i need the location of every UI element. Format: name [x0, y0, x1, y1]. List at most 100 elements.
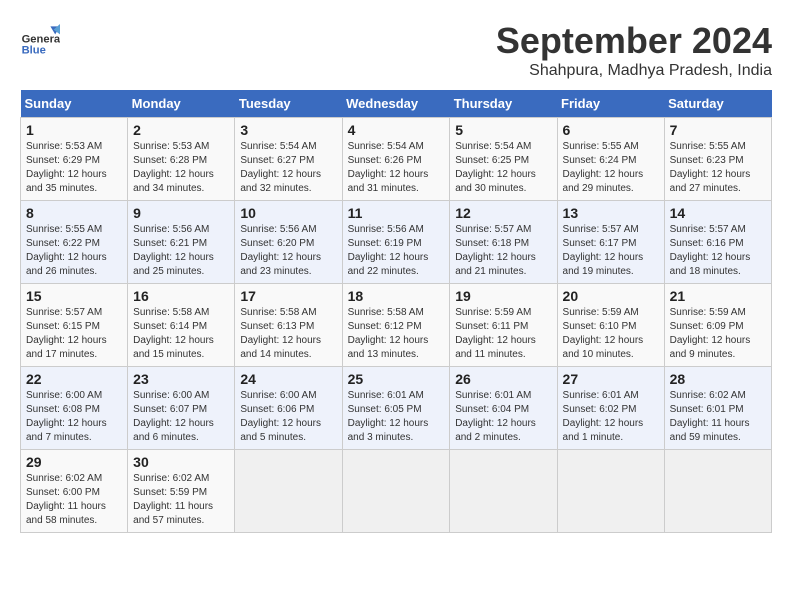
- header-cell-sunday: Sunday: [21, 90, 128, 118]
- calendar-cell: 19Sunrise: 5:59 AM Sunset: 6:11 PM Dayli…: [450, 284, 557, 367]
- header-cell-tuesday: Tuesday: [235, 90, 342, 118]
- calendar-cell: 16Sunrise: 5:58 AM Sunset: 6:14 PM Dayli…: [128, 284, 235, 367]
- calendar-cell: 14 Sunrise: 5:57 AM Sunset: 6:16 PM Dayli…: [664, 201, 771, 284]
- calendar-cell: [664, 450, 771, 533]
- day-info: Sunrise: 5:55 AM Sunset: 6:23 PM Dayligh…: [670, 140, 766, 196]
- calendar-cell: 17 Sunrise: 5:58 AM Sunset: 6:13 PM Dayli…: [235, 284, 342, 367]
- calendar-cell: [450, 450, 557, 533]
- header-cell-friday: Friday: [557, 90, 664, 118]
- calendar-cell: 1 Sunrise: 5:53 AM Sunset: 6:29 PM Daylig…: [21, 118, 128, 201]
- day-info: Sunrise: 6:01 AM Sunset: 6:04 PM Dayligh…: [455, 389, 551, 445]
- day-info: Sunrise: 5:57 AM Sunset: 6:15 PM Dayligh…: [26, 306, 122, 362]
- calendar-week-1: 1 Sunrise: 5:53 AM Sunset: 6:29 PM Daylig…: [21, 118, 772, 201]
- day-number: 5: [455, 122, 551, 138]
- header-cell-saturday: Saturday: [664, 90, 771, 118]
- day-number: 15: [26, 288, 122, 304]
- calendar-cell: 10Sunrise: 5:56 AM Sunset: 6:20 PM Dayli…: [235, 201, 342, 284]
- calendar-week-5: 29Sunrise: 6:02 AM Sunset: 6:00 PM Dayli…: [21, 450, 772, 533]
- day-info: Sunrise: 5:57 AM Sunset: 6:17 PM Dayligh…: [563, 223, 659, 279]
- logo-icon: General Blue: [20, 20, 60, 60]
- calendar-cell: 21 Sunrise: 5:59 AM Sunset: 6:09 PM Dayli…: [664, 284, 771, 367]
- day-number: 2: [133, 122, 229, 138]
- day-info: Sunrise: 6:00 AM Sunset: 6:08 PM Dayligh…: [26, 389, 122, 445]
- header-cell-thursday: Thursday: [450, 90, 557, 118]
- day-number: 22: [26, 371, 122, 387]
- day-number: 4: [348, 122, 445, 138]
- page-header: General Blue September 2024 Shahpura, Ma…: [20, 20, 772, 80]
- day-number: 1: [26, 122, 122, 138]
- day-info: Sunrise: 5:53 AM Sunset: 6:28 PM Dayligh…: [133, 140, 229, 196]
- day-number: 20: [563, 288, 659, 304]
- calendar-cell: 30Sunrise: 6:02 AM Sunset: 5:59 PM Dayli…: [128, 450, 235, 533]
- day-number: 13: [563, 205, 659, 221]
- header-cell-monday: Monday: [128, 90, 235, 118]
- calendar-cell: 13 Sunrise: 5:57 AM Sunset: 6:17 PM Dayli…: [557, 201, 664, 284]
- day-info: Sunrise: 5:59 AM Sunset: 6:10 PM Dayligh…: [563, 306, 659, 362]
- day-info: Sunrise: 5:56 AM Sunset: 6:19 PM Dayligh…: [348, 223, 445, 279]
- calendar-table: SundayMondayTuesdayWednesdayThursdayFrid…: [20, 90, 772, 533]
- day-info: Sunrise: 5:58 AM Sunset: 6:12 PM Dayligh…: [348, 306, 445, 362]
- calendar-cell: 2 Sunrise: 5:53 AM Sunset: 6:28 PM Daylig…: [128, 118, 235, 201]
- location-subtitle: Shahpura, Madhya Pradesh, India: [496, 62, 772, 80]
- day-info: Sunrise: 5:59 AM Sunset: 6:09 PM Dayligh…: [670, 306, 766, 362]
- calendar-cell: 28 Sunrise: 6:02 AM Sunset: 6:01 PM Dayli…: [664, 367, 771, 450]
- calendar-cell: 7 Sunrise: 5:55 AM Sunset: 6:23 PM Daylig…: [664, 118, 771, 201]
- day-info: Sunrise: 5:54 AM Sunset: 6:26 PM Dayligh…: [348, 140, 445, 196]
- calendar-cell: [342, 450, 450, 533]
- day-info: Sunrise: 5:57 AM Sunset: 6:16 PM Dayligh…: [670, 223, 766, 279]
- day-info: Sunrise: 5:56 AM Sunset: 6:21 PM Dayligh…: [133, 223, 229, 279]
- calendar-cell: 26 Sunrise: 6:01 AM Sunset: 6:04 PM Dayli…: [450, 367, 557, 450]
- day-number: 19: [455, 288, 551, 304]
- calendar-cell: 22 Sunrise: 6:00 AM Sunset: 6:08 PM Dayli…: [21, 367, 128, 450]
- day-info: Sunrise: 5:58 AM Sunset: 6:14 PM Dayligh…: [133, 306, 229, 362]
- title-block: September 2024 Shahpura, Madhya Pradesh,…: [496, 20, 772, 80]
- day-info: Sunrise: 6:00 AM Sunset: 6:07 PM Dayligh…: [133, 389, 229, 445]
- svg-text:General: General: [22, 33, 60, 45]
- day-number: 8: [26, 205, 122, 221]
- calendar-cell: 12Sunrise: 5:57 AM Sunset: 6:18 PM Dayli…: [450, 201, 557, 284]
- day-number: 26: [455, 371, 551, 387]
- day-number: 18: [348, 288, 445, 304]
- logo: General Blue: [20, 20, 60, 60]
- calendar-week-3: 15 Sunrise: 5:57 AM Sunset: 6:15 PM Dayli…: [21, 284, 772, 367]
- calendar-cell: 6Sunrise: 5:55 AM Sunset: 6:24 PM Daylig…: [557, 118, 664, 201]
- day-number: 6: [563, 122, 659, 138]
- day-info: Sunrise: 5:55 AM Sunset: 6:22 PM Dayligh…: [26, 223, 122, 279]
- calendar-cell: 20 Sunrise: 5:59 AM Sunset: 6:10 PM Dayli…: [557, 284, 664, 367]
- day-number: 23: [133, 371, 229, 387]
- day-number: 21: [670, 288, 766, 304]
- day-info: Sunrise: 5:58 AM Sunset: 6:13 PM Dayligh…: [240, 306, 336, 362]
- day-number: 30: [133, 454, 229, 470]
- calendar-cell: 24Sunrise: 6:00 AM Sunset: 6:06 PM Dayli…: [235, 367, 342, 450]
- day-number: 28: [670, 371, 766, 387]
- day-number: 9: [133, 205, 229, 221]
- calendar-cell: 5Sunrise: 5:54 AM Sunset: 6:25 PM Daylig…: [450, 118, 557, 201]
- calendar-week-4: 22 Sunrise: 6:00 AM Sunset: 6:08 PM Dayli…: [21, 367, 772, 450]
- day-info: Sunrise: 6:02 AM Sunset: 6:01 PM Dayligh…: [670, 389, 766, 445]
- calendar-body: 1 Sunrise: 5:53 AM Sunset: 6:29 PM Daylig…: [21, 118, 772, 533]
- day-number: 14: [670, 205, 766, 221]
- calendar-cell: 4 Sunrise: 5:54 AM Sunset: 6:26 PM Daylig…: [342, 118, 450, 201]
- calendar-cell: 9 Sunrise: 5:56 AM Sunset: 6:21 PM Daylig…: [128, 201, 235, 284]
- day-number: 17: [240, 288, 336, 304]
- month-title: September 2024: [496, 20, 772, 62]
- day-number: 11: [348, 205, 445, 221]
- calendar-cell: 15 Sunrise: 5:57 AM Sunset: 6:15 PM Dayli…: [21, 284, 128, 367]
- calendar-cell: 3 Sunrise: 5:54 AM Sunset: 6:27 PM Daylig…: [235, 118, 342, 201]
- day-info: Sunrise: 5:57 AM Sunset: 6:18 PM Dayligh…: [455, 223, 551, 279]
- calendar-cell: [557, 450, 664, 533]
- calendar-cell: 8 Sunrise: 5:55 AM Sunset: 6:22 PM Daylig…: [21, 201, 128, 284]
- calendar-header-row: SundayMondayTuesdayWednesdayThursdayFrid…: [21, 90, 772, 118]
- day-number: 7: [670, 122, 766, 138]
- day-info: Sunrise: 5:56 AM Sunset: 6:20 PM Dayligh…: [240, 223, 336, 279]
- svg-text:Blue: Blue: [22, 45, 46, 57]
- calendar-cell: [235, 450, 342, 533]
- day-number: 3: [240, 122, 336, 138]
- calendar-cell: 25Sunrise: 6:01 AM Sunset: 6:05 PM Dayli…: [342, 367, 450, 450]
- day-info: Sunrise: 6:01 AM Sunset: 6:02 PM Dayligh…: [563, 389, 659, 445]
- day-info: Sunrise: 5:53 AM Sunset: 6:29 PM Dayligh…: [26, 140, 122, 196]
- day-info: Sunrise: 5:54 AM Sunset: 6:27 PM Dayligh…: [240, 140, 336, 196]
- calendar-week-2: 8 Sunrise: 5:55 AM Sunset: 6:22 PM Daylig…: [21, 201, 772, 284]
- day-number: 25: [348, 371, 445, 387]
- day-info: Sunrise: 6:02 AM Sunset: 6:00 PM Dayligh…: [26, 472, 122, 528]
